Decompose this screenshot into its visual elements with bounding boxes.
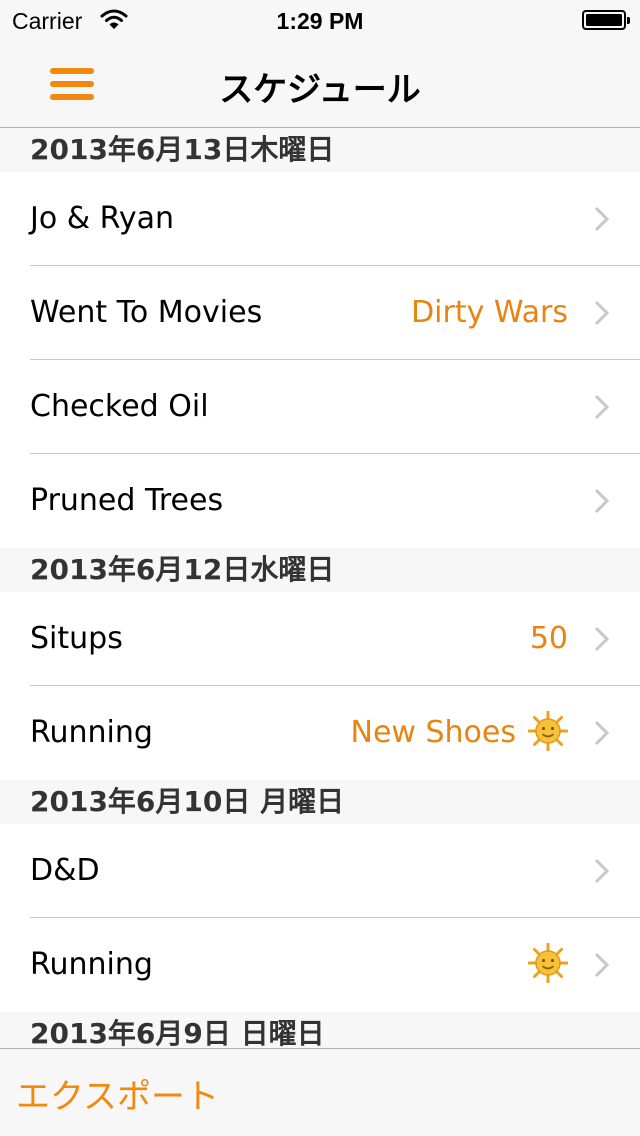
list-item-title: Went To Movies — [30, 295, 263, 330]
chevron-right-icon — [594, 394, 610, 420]
page-title: スケジュール — [219, 70, 421, 110]
list-item-title: Running — [30, 715, 153, 750]
bottom-toolbar: エクスポート — [0, 1048, 640, 1136]
section-header: 2013年6月12日水曜日 — [0, 548, 640, 592]
battery-icon — [582, 10, 630, 30]
list-item-title: D&D — [30, 853, 100, 888]
list-item-detail: Dirty Wars — [411, 295, 568, 330]
list-item-title: Situps — [30, 621, 123, 656]
status-time: 1:29 PM — [276, 8, 364, 34]
section-header: 2013年6月9日 日曜日 — [0, 1012, 640, 1048]
section-header: 2013年6月10日 月曜日 — [0, 780, 640, 824]
sun-emoji-icon — [528, 710, 568, 751]
list-item-title: Running — [30, 947, 153, 982]
list-item-detail: 50 — [529, 621, 568, 656]
chevron-right-icon — [594, 858, 610, 884]
sun-emoji-icon — [528, 942, 568, 983]
navigation-bar: スケジュール — [0, 40, 640, 128]
list-item[interactable]: Situps 50 — [0, 592, 640, 686]
chevron-right-icon — [594, 488, 610, 514]
list-item[interactable]: Running — [0, 918, 640, 1012]
list-item[interactable]: Jo & Ryan — [0, 172, 640, 266]
export-button[interactable]: エクスポート — [16, 1069, 219, 1118]
list-item[interactable]: Pruned Trees — [0, 454, 640, 548]
list-item[interactable]: Running New Shoes — [0, 686, 640, 780]
list-item[interactable]: D&D — [0, 824, 640, 918]
list-item-title: Jo & Ryan — [30, 201, 175, 236]
list-item[interactable]: Checked Oil — [0, 360, 640, 454]
schedule-list[interactable]: 2013年6月13日木曜日 Jo & Ryan Went To Movies D… — [0, 128, 640, 1048]
chevron-right-icon — [594, 206, 610, 232]
list-item[interactable]: Went To Movies Dirty Wars — [0, 266, 640, 360]
list-item-title: Pruned Trees — [30, 483, 224, 518]
status-bar: Carrier 1:29 PM — [0, 0, 640, 40]
chevron-right-icon — [594, 626, 610, 652]
list-item-detail-group — [516, 918, 568, 1012]
list-item-detail-group: New Shoes — [351, 686, 568, 780]
list-item-title: Checked Oil — [30, 389, 209, 424]
chevron-right-icon — [594, 952, 610, 978]
section-header: 2013年6月13日木曜日 — [0, 128, 640, 172]
chevron-right-icon — [594, 300, 610, 326]
list-item-detail: New Shoes — [350, 715, 516, 750]
chevron-right-icon — [594, 720, 610, 746]
